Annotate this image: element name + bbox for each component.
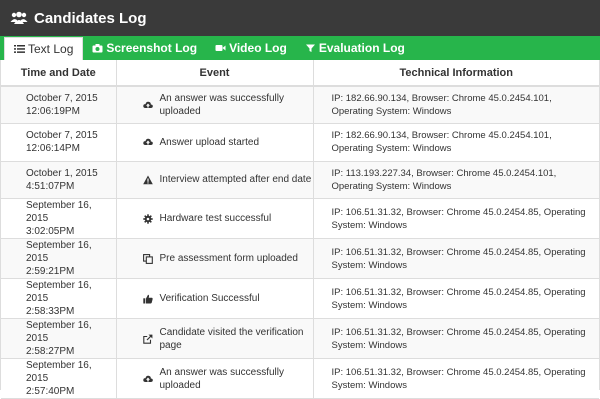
cloud-upload-icon: [142, 375, 153, 382]
app-header: Candidates Log: [0, 0, 600, 36]
table-row: September 16, 2015 3:02:05PM Hardware tes…: [1, 198, 599, 239]
table-row: October 7, 2015 12:06:19PM An answer was …: [1, 86, 599, 124]
time-cell: September 16, 2015 2:59:21PM: [1, 238, 117, 279]
date-text: September 16, 2015: [26, 200, 92, 224]
time-cell: September 16, 2015 2:58:33PM: [1, 278, 117, 319]
event-text: Pre assessment form uploaded: [159, 253, 298, 264]
tab-text-log[interactable]: Text Log: [4, 37, 84, 60]
date-text: September 16, 2015: [26, 280, 92, 304]
filter-icon: [305, 44, 315, 52]
time-text: 12:06:14PM: [26, 143, 80, 155]
event-text: Interview attempted after end date: [159, 174, 312, 186]
tab-video-log[interactable]: Video Log: [206, 36, 296, 60]
external-link-icon: [142, 334, 152, 344]
users-icon: [10, 11, 28, 24]
event-cell: Pre assessment form uploaded: [116, 238, 314, 279]
page-title: Candidates Log: [34, 9, 147, 27]
event-cell: Answer upload started: [116, 123, 314, 162]
table-row: September 16, 2015 2:58:33PM Verification…: [1, 278, 599, 319]
warning-icon: [142, 175, 153, 185]
column-header-time: Time and Date: [1, 60, 117, 87]
tab-screenshot-log[interactable]: Screenshot Log: [83, 36, 206, 60]
time-cell: September 16, 2015 3:02:05PM: [1, 198, 117, 239]
table-header-row: Time and Date Event Technical Informatio…: [1, 60, 599, 87]
tab-label: Video Log: [229, 41, 287, 55]
column-header-event: Event: [116, 60, 314, 87]
tech-info-cell: IP: 106.51.31.32, Browser: Chrome 45.0.2…: [313, 278, 599, 319]
tab-evaluation-log[interactable]: Evaluation Log: [296, 36, 414, 60]
tech-info-cell: IP: 182.66.90.134, Browser: Chrome 45.0.…: [313, 123, 599, 162]
date-text: October 7, 2015: [26, 93, 98, 104]
tech-info-cell: IP: 106.51.31.32, Browser: Chrome 45.0.2…: [313, 238, 599, 279]
time-text: 4:51:07PM: [26, 180, 75, 192]
time-cell: September 16, 2015 2:58:27PM: [1, 318, 117, 359]
table-row: September 16, 2015 2:58:27PM Candidate vi…: [1, 318, 599, 359]
time-text: 2:58:33PM: [26, 306, 75, 317]
event-text: An answer was successfully uploaded: [159, 93, 285, 117]
time-cell: October 7, 2015 12:06:19PM: [1, 86, 117, 124]
event-cell: An answer was successfully uploaded: [116, 86, 314, 124]
event-text: An answer was successfully uploaded: [159, 366, 285, 391]
time-text: 12:06:19PM: [26, 106, 80, 117]
event-cell: Verification Successful: [116, 278, 314, 319]
tech-info-cell: IP: 106.51.31.32, Browser: Chrome 45.0.2…: [313, 318, 599, 359]
time-text: 2:58:27PM: [26, 346, 75, 357]
cloud-upload-icon: [142, 139, 153, 146]
time-text: 2:57:40PM: [26, 386, 75, 397]
date-text: September 16, 2015: [26, 320, 92, 344]
column-header-technical-info: Technical Information: [313, 60, 599, 87]
event-text: Answer upload started: [159, 136, 260, 148]
event-cell: Candidate visited the verification page: [116, 318, 314, 359]
log-table-container[interactable]: Time and Date Event Technical Informatio…: [0, 60, 600, 399]
event-cell: An answer was successfully uploaded: [116, 358, 314, 399]
tech-info-cell: IP: 106.51.31.32, Browser: Chrome 45.0.2…: [313, 198, 599, 239]
tab-label: Screenshot Log: [106, 41, 198, 55]
tech-info-cell: IP: 113.193.227.34, Browser: Chrome 45.0…: [313, 161, 599, 199]
event-cell: Interview attempted after end date: [116, 161, 314, 199]
copy-icon: [142, 253, 153, 264]
cloud-upload-icon: [142, 101, 153, 108]
date-text: October 7, 2015: [26, 130, 98, 142]
date-text: October 1, 2015: [26, 167, 98, 179]
log-table: Time and Date Event Technical Informatio…: [1, 60, 599, 399]
tab-label: Evaluation Log: [318, 41, 405, 55]
camera-icon: [92, 44, 103, 53]
log-tabs: Text Log Screenshot Log Video Log Evalua…: [0, 36, 600, 60]
event-text: Candidate visited the verification page: [159, 326, 304, 351]
tech-info-cell: IP: 182.66.90.134, Browser: Chrome 45.0.…: [313, 86, 599, 124]
date-text: September 16, 2015: [26, 360, 92, 384]
table-row: September 16, 2015 2:59:21PM Pre assessme…: [1, 238, 599, 279]
time-cell: October 7, 2015 12:06:14PM: [1, 123, 117, 162]
event-text: Hardware test successful: [159, 213, 272, 224]
time-text: 2:59:21PM: [26, 266, 75, 277]
table-row: October 7, 2015 12:06:14PM Answer upload …: [1, 123, 599, 162]
tab-label: Text Log: [28, 42, 74, 56]
video-camera-icon: [215, 45, 226, 51]
time-text: 3:02:05PM: [26, 226, 75, 237]
time-cell: October 1, 2015 4:51:07PM: [1, 161, 117, 199]
time-cell: September 16, 2015 2:57:40PM: [1, 358, 117, 399]
date-text: September 16, 2015: [26, 240, 92, 264]
list-icon: [14, 45, 25, 53]
table-row: October 1, 2015 4:51:07PM Interview attem…: [1, 161, 599, 199]
event-cell: Hardware test successful: [116, 198, 314, 239]
event-text: Verification Successful: [159, 293, 260, 304]
thumbs-up-icon: [142, 294, 153, 303]
table-row: September 16, 2015 2:57:40PM An answer wa…: [1, 358, 599, 399]
gear-icon: [142, 213, 153, 224]
tech-info-cell: IP: 106.51.31.32, Browser: Chrome 45.0.2…: [313, 358, 599, 399]
